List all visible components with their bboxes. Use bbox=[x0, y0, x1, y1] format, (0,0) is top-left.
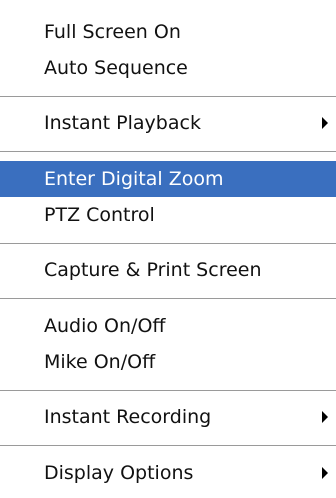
right-arrow-icon bbox=[322, 411, 328, 423]
menu-item-display-options[interactable]: Display Options bbox=[0, 455, 336, 491]
menu-item-label: Enter Digital Zoom bbox=[44, 168, 224, 190]
menu-item-label: Instant Recording bbox=[44, 406, 212, 428]
menu-item-instant-playback[interactable]: Instant Playback bbox=[0, 105, 336, 141]
menu-separator bbox=[0, 445, 336, 446]
menu-separator bbox=[0, 96, 336, 97]
menu-item-enter-digital-zoom[interactable]: Enter Digital Zoom bbox=[0, 161, 336, 197]
right-arrow-icon bbox=[322, 467, 328, 479]
menu-item-instant-recording[interactable]: Instant Recording bbox=[0, 399, 336, 435]
menu-item-mike-on-off[interactable]: Mike On/Off bbox=[0, 344, 336, 380]
context-menu: Full Screen On Auto Sequence Instant Pla… bbox=[0, 0, 336, 498]
menu-item-ptz-control[interactable]: PTZ Control bbox=[0, 197, 336, 233]
menu-item-full-screen-on[interactable]: Full Screen On bbox=[0, 14, 336, 50]
menu-item-label: Audio On/Off bbox=[44, 315, 166, 337]
menu-separator bbox=[0, 390, 336, 391]
menu-item-label: Instant Playback bbox=[44, 112, 201, 134]
menu-item-auto-sequence[interactable]: Auto Sequence bbox=[0, 50, 336, 86]
menu-separator bbox=[0, 151, 336, 152]
menu-separator bbox=[0, 298, 336, 299]
menu-item-label: Auto Sequence bbox=[44, 57, 188, 79]
menu-item-label: Full Screen On bbox=[44, 21, 181, 43]
menu-item-label: Mike On/Off bbox=[44, 351, 156, 373]
menu-item-label: Capture & Print Screen bbox=[44, 259, 262, 281]
right-arrow-icon bbox=[322, 117, 328, 129]
menu-item-label: Display Options bbox=[44, 462, 194, 484]
menu-item-label: PTZ Control bbox=[44, 204, 155, 226]
menu-item-capture-print-screen[interactable]: Capture & Print Screen bbox=[0, 252, 336, 288]
menu-separator bbox=[0, 243, 336, 244]
menu-item-audio-on-off[interactable]: Audio On/Off bbox=[0, 308, 336, 344]
